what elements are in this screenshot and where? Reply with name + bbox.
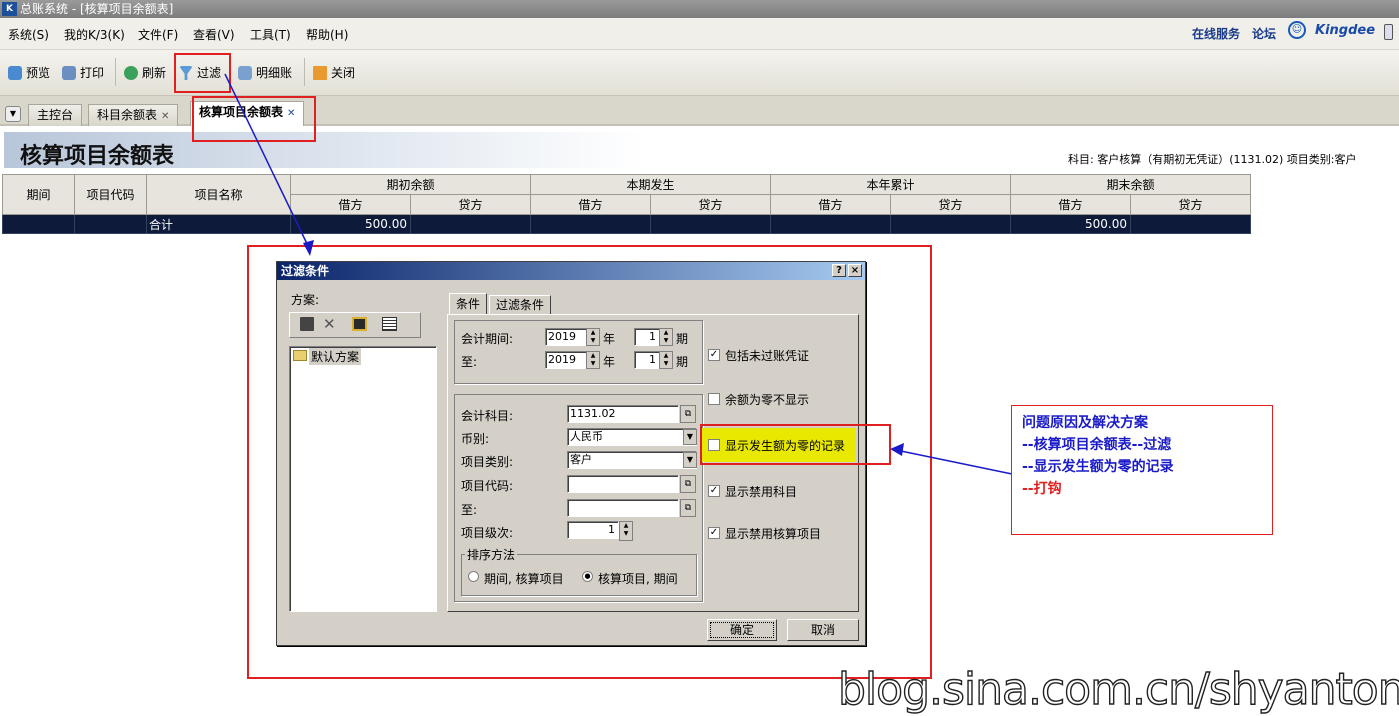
annotation-note: 问题原因及解决方案 --核算项目余额表--过滤 --显示发生额为零的记录 --打… bbox=[1011, 405, 1273, 535]
note-line: --显示发生额为零的记录 bbox=[1022, 459, 1174, 475]
arrow-line bbox=[224, 73, 311, 251]
arrow-line bbox=[895, 449, 1013, 475]
watermark: blog.sina.com.cn/shyantong bbox=[837, 663, 1399, 715]
note-line: --核算项目余额表--过滤 bbox=[1022, 437, 1172, 453]
note-line: --打钩 bbox=[1022, 481, 1062, 497]
annotation-arrows bbox=[224, 73, 1013, 475]
note-line: 问题原因及解决方案 bbox=[1022, 415, 1148, 431]
arrow-head bbox=[303, 240, 314, 256]
arrow-head bbox=[890, 443, 904, 456]
